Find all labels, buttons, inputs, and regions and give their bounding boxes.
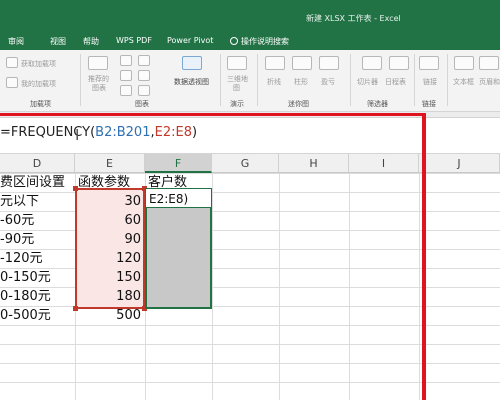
cell-d2[interactable]: 元以下 — [0, 192, 75, 211]
header-footer-icon — [479, 56, 499, 70]
recommended-charts-icon — [88, 56, 108, 70]
grid-line — [349, 173, 350, 400]
group-addins-label: 加载项 — [30, 100, 51, 108]
formula-text[interactable]: =FREQUENCY(B2:B201,E2:E8) — [0, 125, 197, 140]
statistic-chart-icon[interactable] — [138, 70, 150, 81]
slicer-icon — [362, 56, 382, 70]
cell-d7[interactable]: 0-180元 — [0, 287, 75, 306]
ribbon-tabs: 审阅 视图 帮助 WPS PDF Power Pivot 操作说明搜索 — [0, 33, 500, 50]
title-bar: 新建 XLSX 工作表 - Excel — [0, 0, 500, 33]
column-chart-icon[interactable] — [120, 55, 132, 66]
column-header-i[interactable]: I — [349, 154, 419, 173]
tab-wps-pdf[interactable]: WPS PDF — [116, 36, 152, 45]
cell-e5[interactable]: 120 — [75, 249, 145, 268]
cell-e2[interactable]: 30 — [75, 192, 145, 211]
column-header-d[interactable]: D — [0, 154, 75, 173]
grid-line — [212, 173, 213, 400]
column-header-g[interactable]: G — [212, 154, 279, 173]
recommended-charts-label-2[interactable]: 图表 — [92, 83, 106, 93]
sparkline-winloss-icon — [319, 56, 339, 70]
column-header-h[interactable]: H — [279, 154, 349, 173]
cell-d8[interactable]: 0-500元 — [0, 306, 75, 325]
ribbon-separator — [447, 54, 448, 106]
formula-prefix: =FREQUENCY( — [0, 125, 96, 140]
cell-e8[interactable]: 500 — [75, 306, 145, 325]
store-icon — [6, 57, 18, 68]
lightbulb-icon — [230, 37, 238, 45]
group-links-label: 链接 — [422, 100, 436, 108]
ribbon-separator — [350, 54, 351, 106]
pivot-chart-button[interactable]: 数据透视图 — [174, 77, 209, 87]
textbox-icon — [454, 56, 474, 70]
cell-d5[interactable]: -120元 — [0, 249, 75, 268]
cell-e1[interactable]: 函数参数 — [78, 173, 145, 192]
link-button[interactable]: 链接 — [423, 77, 437, 87]
pivot-chart-icon — [182, 56, 202, 70]
addin-icon — [6, 77, 18, 88]
get-addins-button[interactable]: 获取加载项 — [21, 59, 56, 69]
formula-ref-2: E2:E8 — [154, 125, 192, 140]
sparkline-line-button[interactable]: 折线 — [267, 77, 281, 87]
my-addins-button[interactable]: 我的加载项 — [21, 79, 56, 89]
cell-f2-editing[interactable]: E2:E8) — [149, 190, 211, 209]
ribbon: 获取加载项 我的加载项 加载项 推荐的 图表 数据透视图 图表 三维地 图 演示… — [0, 50, 500, 112]
slicer-button[interactable]: 切片器 — [357, 77, 378, 87]
group-tours-label: 演示 — [230, 100, 244, 108]
ribbon-separator — [220, 54, 221, 106]
tell-me-search[interactable]: 操作说明搜索 — [230, 36, 289, 47]
tab-review[interactable]: 审阅 — [8, 36, 24, 47]
header-footer-button[interactable]: 页眉和 — [479, 77, 500, 87]
line-chart-icon[interactable] — [120, 70, 132, 81]
cell-d6[interactable]: 0-150元 — [0, 268, 75, 287]
sparkline-winloss-button[interactable]: 盈亏 — [321, 77, 335, 87]
window-title: 新建 XLSX 工作表 - Excel — [306, 14, 401, 23]
group-sparklines-label: 迷你图 — [288, 100, 309, 108]
tell-me-label: 操作说明搜索 — [241, 37, 289, 46]
tab-view[interactable]: 视图 — [50, 36, 66, 47]
map-3d-icon — [227, 56, 247, 70]
formula-ref-1: B2:B201 — [95, 125, 151, 140]
cell-e3[interactable]: 60 — [75, 211, 145, 230]
timeline-button[interactable]: 日程表 — [385, 77, 406, 87]
cell-e6[interactable]: 150 — [75, 268, 145, 287]
grid-line — [279, 173, 280, 400]
map-3d-label-2[interactable]: 图 — [233, 83, 240, 93]
sparkline-column-button[interactable]: 柱形 — [294, 77, 308, 87]
tab-power-pivot[interactable]: Power Pivot — [167, 36, 213, 45]
sparkline-column-icon — [292, 56, 312, 70]
cell-d3[interactable]: -60元 — [0, 211, 75, 230]
ribbon-separator — [80, 54, 81, 106]
cell-d1[interactable]: 费区间设置 — [0, 173, 75, 192]
annotation-frame-right — [422, 113, 426, 400]
textbox-button[interactable]: 文本框 — [453, 77, 474, 87]
group-charts-label: 图表 — [135, 100, 149, 108]
scatter-chart-icon[interactable] — [138, 85, 150, 96]
column-header-f[interactable]: F — [145, 154, 212, 173]
text-cursor-icon: Ⅰ — [75, 126, 80, 144]
ribbon-separator — [414, 54, 415, 106]
grid-line — [419, 173, 420, 400]
cell-d4[interactable]: -90元 — [0, 230, 75, 249]
cell-e7[interactable]: 180 — [75, 287, 145, 306]
link-icon — [419, 56, 439, 70]
sparkline-line-icon — [265, 56, 285, 70]
tab-help[interactable]: 帮助 — [83, 36, 99, 47]
pie-chart-icon[interactable] — [120, 85, 132, 96]
timeline-icon — [389, 56, 409, 70]
cell-e4[interactable]: 90 — [75, 230, 145, 249]
group-filters-label: 筛选器 — [367, 100, 388, 108]
column-header-j[interactable]: J — [419, 154, 500, 173]
hierarchy-chart-icon[interactable] — [138, 55, 150, 66]
column-header-e[interactable]: E — [75, 154, 145, 173]
formula-suffix: ) — [191, 125, 198, 140]
ribbon-separator — [257, 54, 258, 106]
annotation-frame-top — [0, 113, 426, 116]
